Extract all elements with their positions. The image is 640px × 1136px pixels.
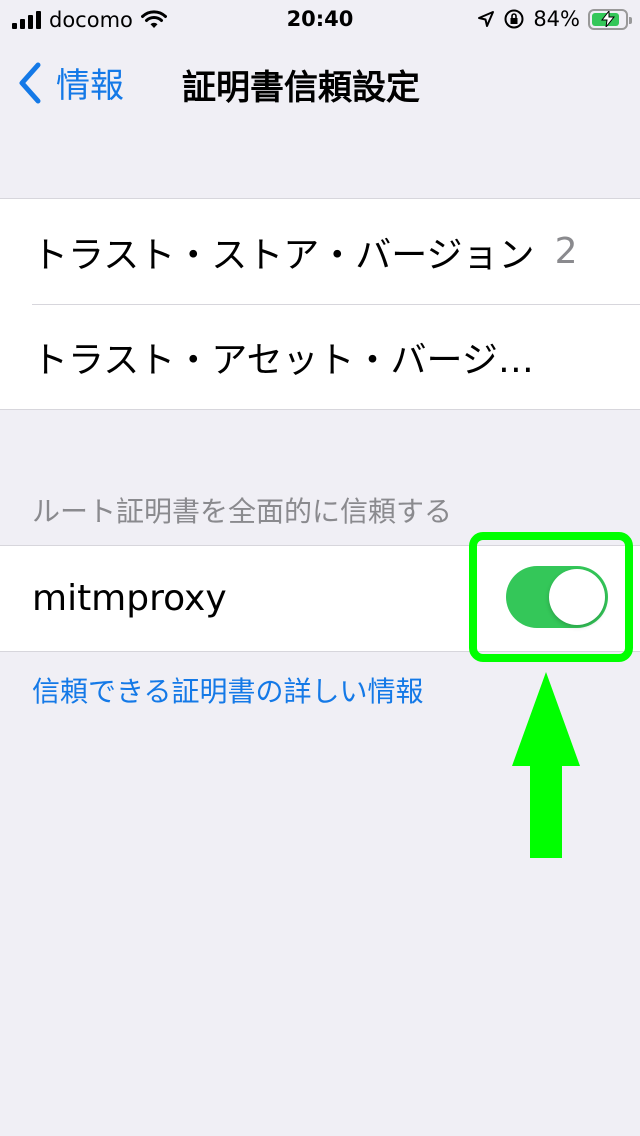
up-arrow-annotation xyxy=(512,672,580,858)
trust-asset-version-row[interactable]: トラスト・アセット・バージ… xyxy=(32,304,640,409)
back-button[interactable]: 情報 xyxy=(18,58,124,107)
trust-store-version-row: トラスト・ストア・バージョン 2 xyxy=(0,199,640,304)
chevron-left-icon xyxy=(19,62,41,103)
orientation-lock-icon xyxy=(504,9,524,29)
version-info-group: トラスト・ストア・バージョン 2 トラスト・アセット・バージ… xyxy=(0,198,640,410)
battery-percent: 84% xyxy=(533,7,580,31)
trusted-certificates-info-link[interactable]: 信頼できる証明書の詳しい情報 xyxy=(32,670,423,710)
page-title: 証明書信頼設定 xyxy=(182,68,420,108)
certificate-name: mitmproxy xyxy=(32,578,227,619)
status-bar-right: 84% xyxy=(477,7,632,31)
status-bar: docomo 20:40 84% xyxy=(0,0,640,40)
back-button-label: 情報 xyxy=(56,66,124,106)
trust-store-version-label: トラスト・ストア・バージョン xyxy=(32,234,535,276)
highlight-box xyxy=(469,532,633,662)
trust-asset-version-label: トラスト・アセット・バージ… xyxy=(32,340,534,381)
trust-store-version-value: 2 xyxy=(554,231,578,272)
navigation-bar: 情報 証明書信頼設定 xyxy=(0,40,640,126)
root-trust-section-header: ルート証明書を全面的に信頼する xyxy=(32,495,453,528)
location-icon xyxy=(478,11,495,27)
battery-charging-icon xyxy=(588,8,632,30)
